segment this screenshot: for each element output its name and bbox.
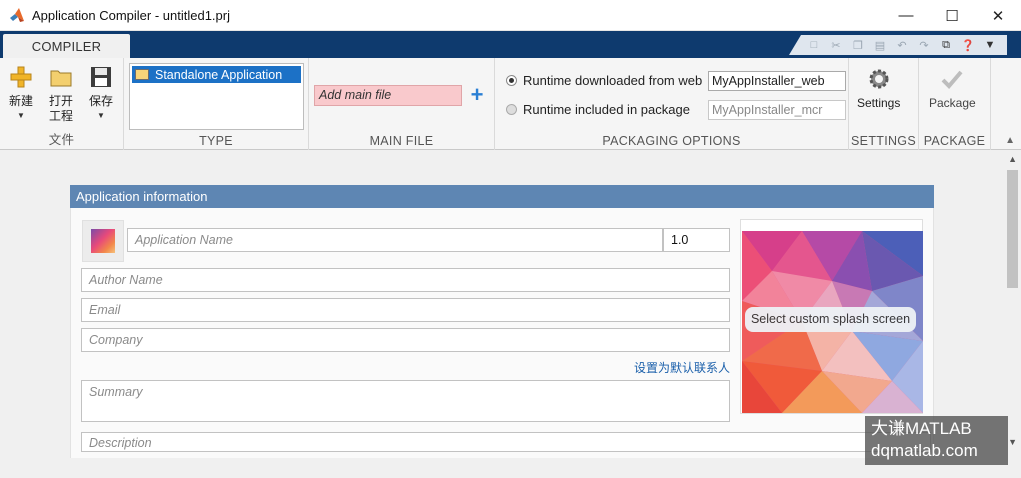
- title-bar: Application Compiler - untitled1.prj — ☐…: [0, 0, 1021, 31]
- settings-button[interactable]: Settings: [857, 66, 900, 111]
- watermark: 大谦MATLAB dqmatlab.com: [865, 416, 1008, 465]
- ribbon: 新建 ▼ 打开 工程 保存 ▼ 文件 TYPE Standalone Applic…: [0, 58, 1021, 150]
- close-button[interactable]: ✕: [975, 0, 1021, 31]
- app-image-thumbnail: [91, 229, 115, 253]
- watermark-line1: 大谦MATLAB: [871, 419, 972, 438]
- switch-windows-icon[interactable]: ⧉: [937, 37, 955, 53]
- save-floppy-icon: [91, 67, 111, 87]
- help-icon[interactable]: ❓: [959, 37, 977, 53]
- gear-icon: [869, 69, 889, 89]
- main-file-input[interactable]: Add main file: [314, 85, 462, 106]
- cut-icon[interactable]: ✂: [827, 37, 845, 53]
- save-button[interactable]: 保存 ▼: [88, 64, 114, 120]
- type-item-standalone[interactable]: Standalone Application: [132, 66, 301, 83]
- description-field[interactable]: Description: [81, 432, 931, 452]
- window-title: Application Compiler - untitled1.prj: [32, 7, 230, 23]
- folder-icon: [50, 70, 72, 87]
- radio-runtime-web[interactable]: Runtime downloaded from web: [506, 73, 702, 88]
- open-project-button[interactable]: 打开 工程: [48, 64, 74, 124]
- package-button[interactable]: Package: [929, 66, 976, 111]
- main-file-group-label: MAIN FILE: [369, 134, 434, 148]
- copy-icon[interactable]: ❐: [849, 37, 867, 53]
- scroll-up-icon[interactable]: ▲: [1008, 154, 1017, 164]
- minimize-button[interactable]: —: [883, 0, 929, 31]
- watermark-line2: dqmatlab.com: [871, 441, 978, 460]
- app-type-list[interactable]: Standalone Application: [129, 63, 304, 130]
- new-button[interactable]: 新建 ▼: [8, 64, 34, 120]
- select-splash-screen-button[interactable]: Select custom splash screen: [745, 307, 916, 332]
- new-plus-icon: [10, 66, 32, 88]
- application-icon: [135, 69, 149, 80]
- summary-field[interactable]: Summary: [81, 380, 730, 422]
- type-group-label: TYPE: [199, 134, 233, 148]
- redo-icon[interactable]: ↷: [915, 37, 933, 53]
- application-information-header: Application information: [70, 185, 934, 208]
- set-default-contact-link[interactable]: 设置为默认联系人: [634, 359, 730, 376]
- save-icon[interactable]: □: [805, 37, 823, 53]
- file-group: 新建 ▼ 打开 工程 保存 ▼ 文件: [0, 58, 124, 150]
- company-field[interactable]: Company: [81, 328, 730, 352]
- packaging-options-label: PACKAGING OPTIONS: [602, 134, 741, 148]
- checkmark-icon: [941, 70, 963, 89]
- version-field[interactable]: 1.0: [663, 228, 730, 252]
- undo-icon[interactable]: ↶: [893, 37, 911, 53]
- radio-selected-icon: [506, 75, 517, 86]
- email-field[interactable]: Email: [81, 298, 730, 322]
- radio-runtime-package[interactable]: Runtime included in package: [506, 102, 690, 117]
- radio-unselected-icon: [506, 104, 517, 115]
- scroll-thumb[interactable]: [1007, 170, 1018, 288]
- web-installer-name-input[interactable]: MyAppInstaller_web: [708, 71, 846, 91]
- package-group-label: PACKAGE: [923, 134, 986, 148]
- chevron-down-icon[interactable]: ▼: [981, 37, 999, 53]
- tab-compiler[interactable]: COMPILER: [3, 34, 130, 58]
- settings-group: Settings SETTINGS: [849, 58, 919, 150]
- package-installer-name-input[interactable]: MyAppInstaller_mcr: [708, 100, 846, 120]
- file-group-label: 文件: [48, 133, 75, 147]
- package-group: Package PACKAGE: [919, 58, 991, 150]
- scroll-down-icon[interactable]: ▼: [1008, 437, 1017, 447]
- app-icon-selector[interactable]: [82, 220, 124, 262]
- application-name-field[interactable]: Application Name: [127, 228, 663, 252]
- dropdown-arrow-icon: ▼: [17, 111, 25, 120]
- quick-access-toolbar: □ ✂ ❐ ▤ ↶ ↷ ⧉ ❓ ▼: [789, 35, 1007, 55]
- collapse-ribbon-icon[interactable]: ▲: [1005, 135, 1015, 146]
- author-name-field[interactable]: Author Name: [81, 268, 730, 292]
- dropdown-arrow-icon: ▼: [97, 111, 105, 120]
- maximize-button[interactable]: ☐: [929, 0, 975, 31]
- add-main-file-plus-icon[interactable]: +: [468, 84, 486, 106]
- tab-strip: COMPILER □ ✂ ❐ ▤ ↶ ↷ ⧉ ❓ ▼: [0, 31, 1021, 58]
- paste-icon[interactable]: ▤: [871, 37, 889, 53]
- settings-group-label: SETTINGS: [851, 134, 916, 148]
- matlab-logo-icon: [10, 8, 24, 22]
